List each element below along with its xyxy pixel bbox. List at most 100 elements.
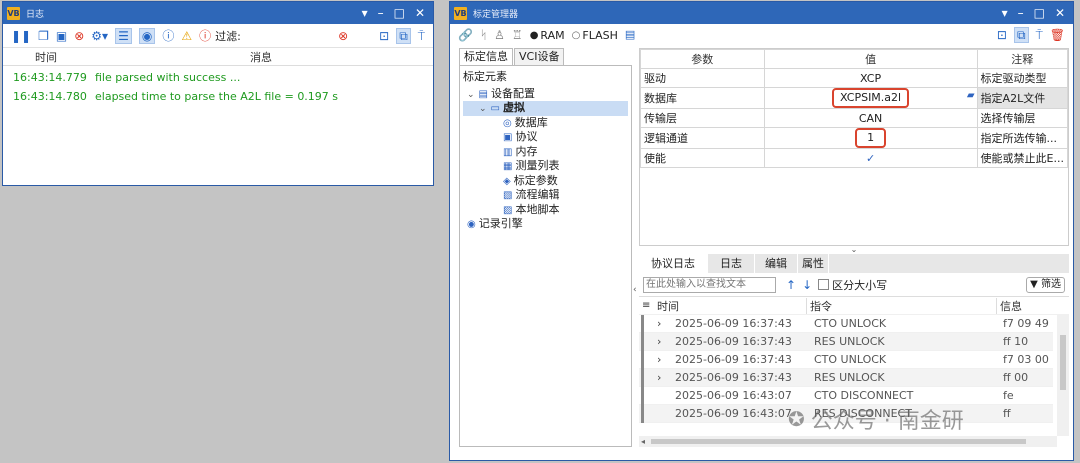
minimize-icon[interactable]: – — [1018, 6, 1024, 20]
protocol-log-row[interactable]: › 2025-06-09 16:37:43 CTO UNLOCK f7 03 00 0… — [639, 350, 1053, 369]
close-icon[interactable]: ✕ — [1055, 6, 1065, 20]
log-row[interactable]: 16:43:14.779 file parsed with success ..… — [3, 68, 433, 87]
expand-chevron-icon[interactable]: ⌄ — [479, 104, 487, 114]
expand-row-icon[interactable]: › — [644, 371, 671, 384]
maximize-icon[interactable]: □ — [394, 6, 405, 20]
tab-protocol-log[interactable]: 协议日志 — [639, 254, 708, 273]
show-all-eye-icon[interactable]: ◉ — [138, 27, 156, 44]
info-filter-icon[interactable]: ⓘ — [162, 29, 174, 43]
clear-filter-icon[interactable]: ⊗ — [338, 29, 348, 43]
vertical-scrollbar[interactable] — [1057, 315, 1069, 436]
case-checkbox[interactable] — [818, 279, 830, 290]
log-row[interactable]: 16:43:14.780 elapsed time to parse the A… — [3, 87, 433, 106]
param-value[interactable]: CAN — [763, 108, 978, 128]
expand-chevron-icon[interactable]: ⌄ — [467, 90, 475, 100]
document-icon[interactable]: ▤ — [625, 28, 635, 42]
minimize-icon[interactable]: – — [378, 6, 384, 20]
param-value[interactable]: XCPSIM.a2l — [832, 88, 910, 108]
param-header-value: 值 — [763, 49, 978, 69]
cal-toolbar: 🔗 ᛋ ♙ ♖ ● RAM ○ FLASH ▤ ⊡ ⧉ ⍑ 🗑 — [450, 24, 1073, 46]
protocol-log-row[interactable]: › 2025-06-09 16:37:43 RES UNLOCK ff 00 — [639, 368, 1053, 387]
link-icon[interactable]: 🔗 — [458, 28, 473, 42]
tree-item[interactable]: ⌄ ▭ 虚拟 — [463, 101, 628, 116]
tab-edit[interactable]: 编辑 — [755, 254, 798, 273]
search-down-icon[interactable]: ↓ — [802, 278, 812, 292]
param-row-driver[interactable]: 驱动 XCP 标定驱动类型 — [640, 68, 1069, 88]
expand-row-icon[interactable]: › — [644, 317, 671, 330]
enable-checkbox[interactable]: ✓ — [763, 148, 978, 168]
right-panel: 参数 值 注释 驱动 XCP 标定驱动类型 数据库 XCPSIM.a2l ▰ 指… — [639, 48, 1069, 453]
flash-radio[interactable]: ○ — [572, 30, 581, 41]
protocol-log-row[interactable]: › 2025-06-09 16:37:43 CTO UNLOCK f7 09 49 d… — [639, 315, 1053, 333]
tree-item[interactable]: ⌄ ▤ 设备配置 — [463, 87, 628, 102]
collapse-left-icon[interactable]: ‹ — [633, 285, 637, 295]
float-window-icon[interactable]: ⧉ — [396, 27, 411, 44]
scroll-thumb[interactable] — [1060, 335, 1066, 390]
protocol-log-row[interactable]: › 2025-06-09 16:37:43 RES UNLOCK ff 10 — [639, 332, 1053, 351]
user-icon[interactable]: ♙ — [494, 28, 505, 42]
case-sensitive-label: 区分大小写 — [832, 278, 888, 292]
pause-icon[interactable]: ❚❚ — [11, 29, 31, 43]
open-folder-icon[interactable]: ▰ — [967, 90, 975, 101]
expand-row-icon[interactable]: › — [644, 335, 671, 348]
error-filter-icon[interactable]: ⓘ — [199, 29, 211, 43]
menu-chevron-icon[interactable]: ▾ — [1002, 6, 1008, 20]
filter-button[interactable]: ▼ 筛选 — [1026, 276, 1065, 293]
settings-gear-icon[interactable]: ⚙▾ — [91, 29, 108, 43]
tree-item[interactable]: ▧ 流程编辑 — [463, 188, 628, 203]
param-name: 数据库 — [640, 87, 765, 109]
copy-icon[interactable]: ❐ — [38, 29, 49, 43]
scroll-left-icon[interactable]: ◂ — [639, 437, 645, 446]
tree-item-label: 标定参数 — [513, 173, 558, 187]
search-up-icon[interactable]: ↑ — [786, 278, 796, 292]
search-input[interactable] — [643, 276, 776, 293]
warning-filter-icon[interactable]: ⚠ — [181, 29, 192, 43]
dock-icon[interactable]: ⊡ — [379, 29, 389, 43]
horizontal-scrollbar[interactable]: ◂ — [639, 436, 1057, 447]
param-note: 使能或禁止此E... — [976, 148, 1069, 168]
tab-cal-info[interactable]: 标定信息 — [459, 48, 513, 65]
dock-icon[interactable]: ⊡ — [997, 28, 1007, 42]
pin-icon[interactable]: ⍑ — [1036, 28, 1043, 42]
param-value-cell[interactable]: XCPSIM.a2l ▰ — [763, 87, 978, 109]
tree-item[interactable]: ◈ 标定参数 — [463, 174, 628, 189]
param-value[interactable]: XCP — [763, 68, 978, 88]
funnel-icon: ▼ — [1030, 278, 1038, 290]
float-window-icon[interactable]: ⧉ — [1013, 27, 1029, 43]
pin-icon[interactable]: ⍑ — [418, 29, 425, 43]
tree-item-label: 流程编辑 — [515, 188, 560, 201]
wrap-lines-icon[interactable]: ☰ — [115, 27, 132, 44]
save-log-icon[interactable]: ▣ — [56, 29, 67, 43]
param-row-enable[interactable]: 使能 ✓ 使能或禁止此E... — [640, 148, 1069, 168]
tab-vci-device[interactable]: VCI设备 — [514, 48, 565, 65]
param-value[interactable]: 1 — [855, 128, 887, 148]
unlink-icon[interactable]: ᛋ — [480, 28, 487, 42]
param-row-database[interactable]: 数据库 XCPSIM.a2l ▰ 指定A2L文件 — [640, 87, 1069, 109]
expand-row-icon[interactable]: › — [644, 353, 671, 366]
device-icon[interactable]: ♖ — [512, 28, 523, 42]
param-row-channel[interactable]: 逻辑通道 1 指定所选传输... — [640, 127, 1069, 149]
wechat-icon: ✪ — [788, 407, 805, 431]
tree-item[interactable]: ▦ 测量列表 — [463, 159, 628, 174]
menu-chevron-icon[interactable]: ▾ — [362, 6, 368, 20]
param-value-cell[interactable]: 1 — [763, 127, 978, 149]
tab-properties[interactable]: 属性 — [798, 254, 829, 273]
tab-log[interactable]: 日志 — [708, 254, 755, 273]
delete-icon[interactable]: 🗑 — [1050, 28, 1065, 42]
maximize-icon[interactable]: □ — [1034, 6, 1045, 20]
tree-item[interactable]: ◉ 记录引擎 — [463, 217, 628, 232]
row-time: 2025-06-09 16:37:43 — [675, 353, 792, 366]
clear-icon[interactable]: ⊗ — [74, 29, 84, 43]
row-grip — [641, 404, 644, 423]
ram-radio[interactable]: ● — [530, 30, 539, 41]
param-row-transport[interactable]: 传输层 CAN 选择传输层 — [640, 108, 1069, 128]
tree-item[interactable]: ◎ 数据库 — [463, 116, 628, 131]
hscroll-thumb[interactable] — [651, 439, 1026, 444]
tree-item[interactable]: ▥ 内存 — [463, 145, 628, 160]
tree-item[interactable]: ▨ 本地脚本 — [463, 203, 628, 218]
close-icon[interactable]: ✕ — [415, 6, 425, 20]
sort-menu-icon[interactable]: ≡ — [639, 300, 654, 311]
tree-item[interactable]: ▣ 协议 — [463, 130, 628, 145]
splitter-handle-icon[interactable]: ⌄ — [639, 246, 1069, 254]
param-header-note: 注释 — [976, 49, 1069, 69]
